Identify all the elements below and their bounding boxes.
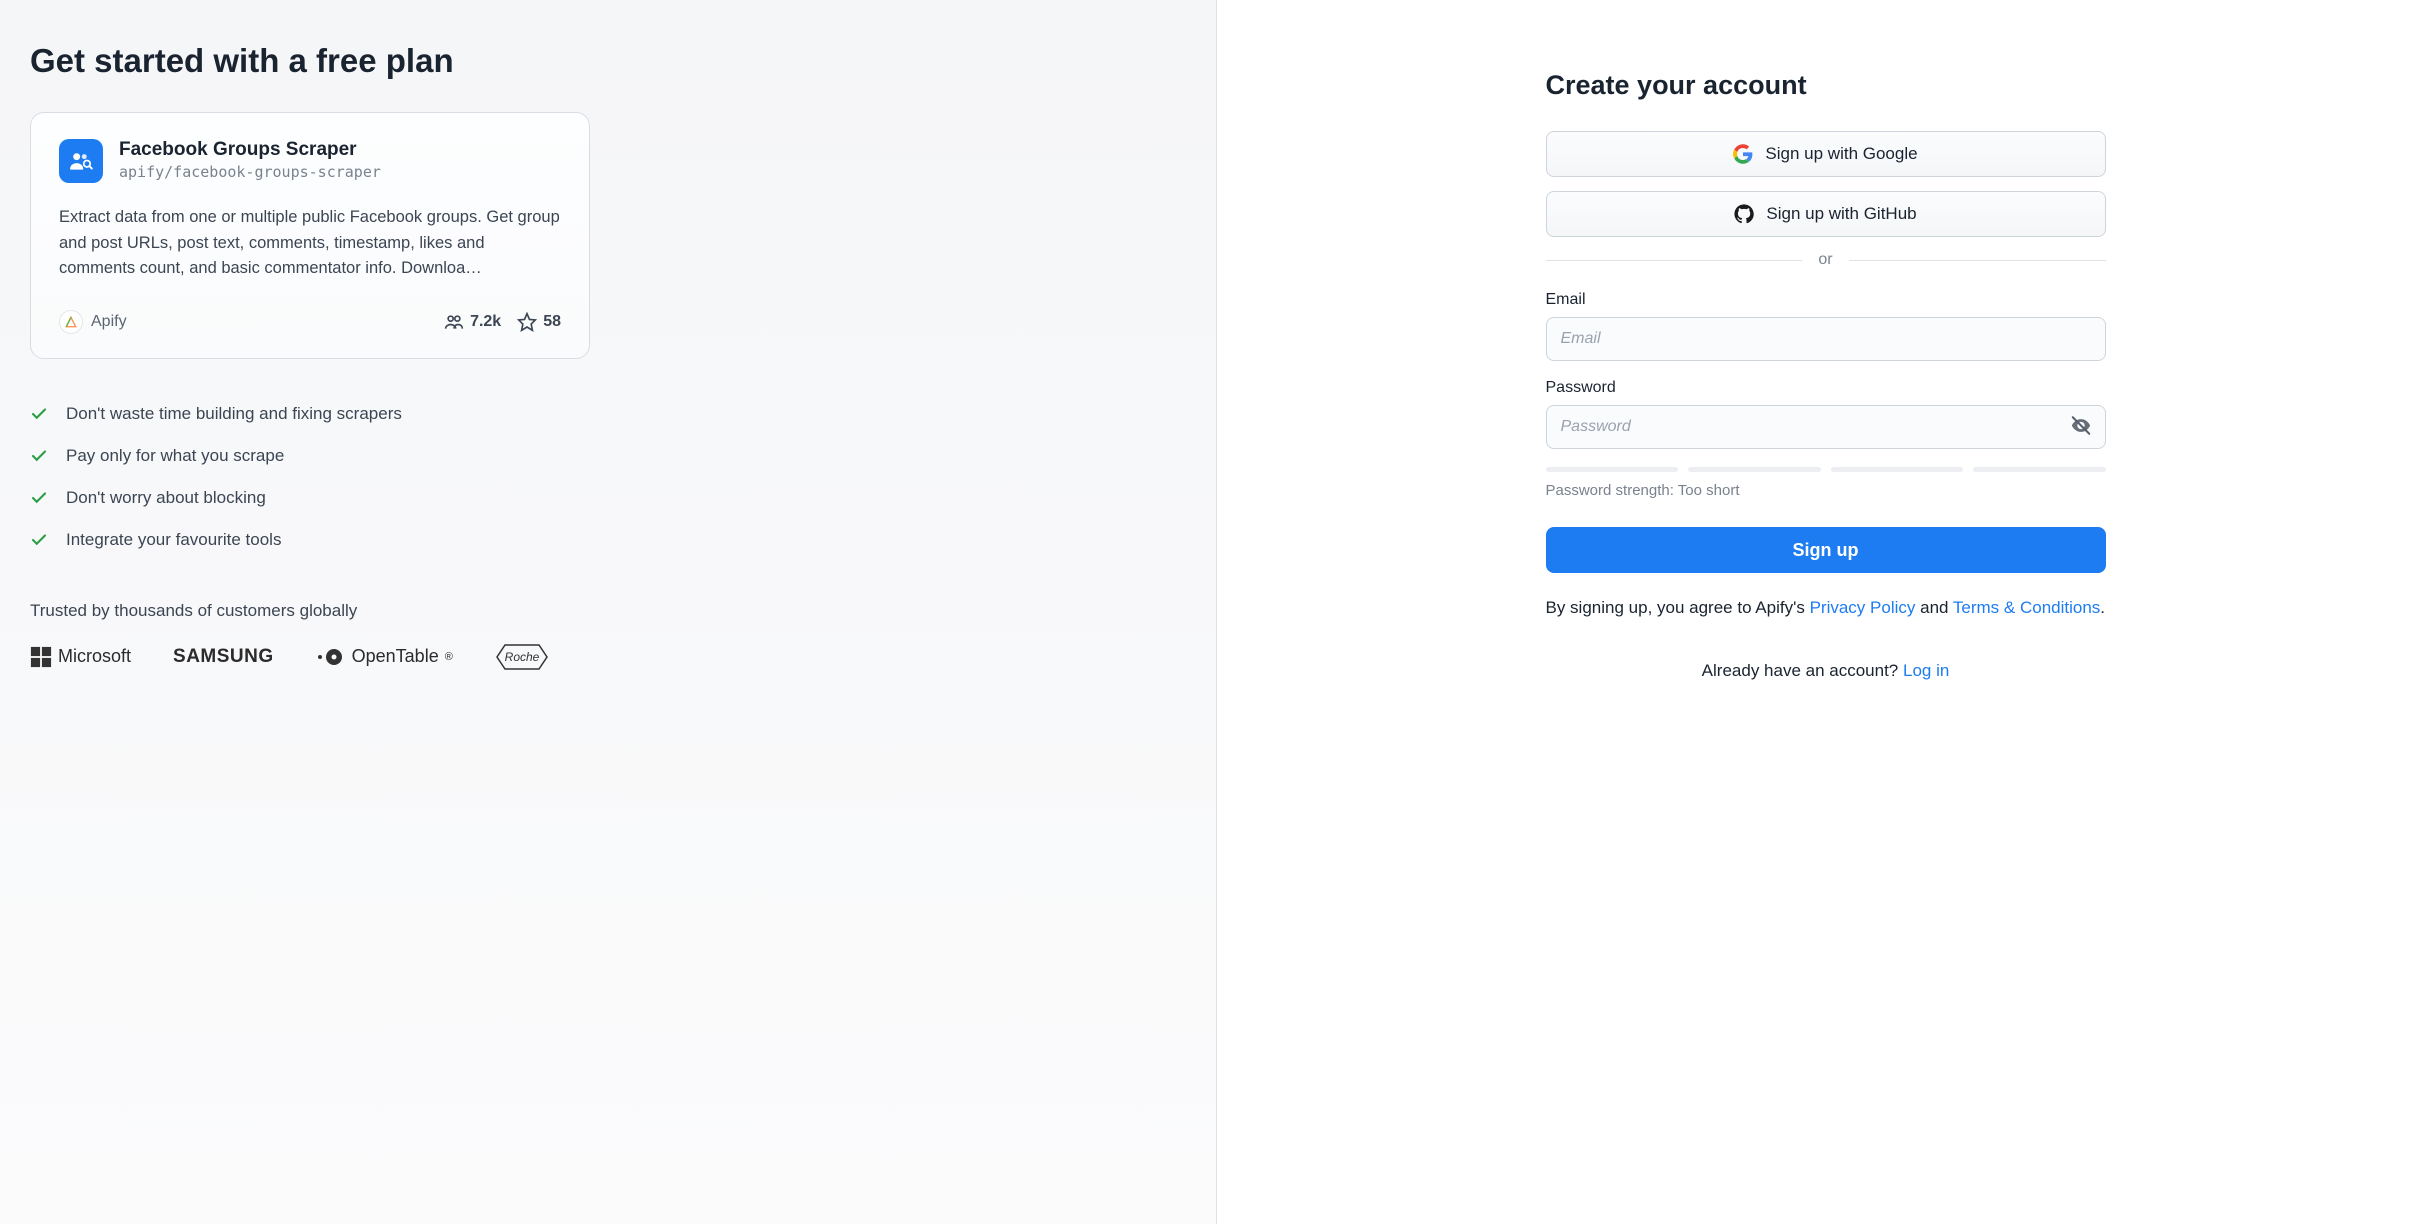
group-search-icon [68,148,94,174]
strength-bar [1973,467,2106,472]
apify-logo-icon [59,310,83,334]
password-strength-label: Password strength: Too short [1546,482,2106,499]
check-icon [30,531,48,549]
or-divider: or [1546,251,2106,269]
email-label: Email [1546,291,2106,309]
actor-slug: apify/facebook-groups-scraper [119,163,381,181]
google-signup-button[interactable]: Sign up with Google [1546,131,2106,177]
strength-bar [1546,467,1679,472]
form-title: Create your account [1546,70,2106,101]
benefit-item: Don't waste time building and fixing scr… [30,393,590,435]
svg-text:Roche: Roche [504,650,539,664]
actor-stats: 7.2k 58 [444,312,561,332]
users-icon [444,312,464,332]
microsoft-icon [30,646,52,668]
stars-stat: 58 [517,312,561,332]
password-strength-meter [1546,467,2106,472]
privacy-policy-link[interactable]: Privacy Policy [1810,598,1916,617]
signup-button[interactable]: Sign up [1546,527,2106,573]
actor-card[interactable]: Facebook Groups Scraper apify/facebook-g… [30,112,590,359]
check-icon [30,405,48,423]
terms-link[interactable]: Terms & Conditions [1953,598,2100,617]
roche-logo: Roche [495,643,549,671]
strength-bar [1831,467,1964,472]
eye-off-icon [2070,415,2092,437]
google-icon [1733,144,1753,164]
github-signup-button[interactable]: Sign up with GitHub [1546,191,2106,237]
login-prompt: Already have an account? Log in [1546,661,2106,681]
email-field[interactable] [1546,317,2106,361]
benefit-item: Don't worry about blocking [30,477,590,519]
legal-text: By signing up, you agree to Apify's Priv… [1546,595,2106,621]
roche-hexagon-icon: Roche [495,643,549,671]
actor-title: Facebook Groups Scraper [119,139,381,161]
check-icon [30,447,48,465]
password-label: Password [1546,379,2106,397]
benefits-list: Don't waste time building and fixing scr… [30,393,590,561]
microsoft-logo: Microsoft [30,646,131,668]
benefit-item: Integrate your favourite tools [30,519,590,561]
github-icon [1734,204,1754,224]
users-stat: 7.2k [444,312,501,332]
actor-icon [59,139,103,183]
actor-description: Extract data from one or multiple public… [59,205,561,282]
opentable-logo: OpenTable® [316,646,453,667]
marketing-panel: Get started with a free plan Facebook Gr… [0,0,1217,1224]
password-field[interactable] [1546,405,2106,449]
author-name: Apify [91,313,127,331]
actor-author[interactable]: Apify [59,310,127,334]
opentable-icon [316,648,346,666]
trusted-heading: Trusted by thousands of customers global… [30,601,590,621]
customer-logos: Microsoft SAMSUNG OpenTable® Roche [30,643,590,671]
benefit-item: Pay only for what you scrape [30,435,590,477]
check-icon [30,489,48,507]
strength-bar [1688,467,1821,472]
page-headline: Get started with a free plan [30,42,590,80]
login-link[interactable]: Log in [1903,661,1949,680]
samsung-logo: SAMSUNG [173,646,274,668]
signup-panel: Create your account Sign up with Google … [1217,0,2434,1224]
star-icon [517,312,537,332]
toggle-password-visibility-button[interactable] [2066,411,2096,444]
